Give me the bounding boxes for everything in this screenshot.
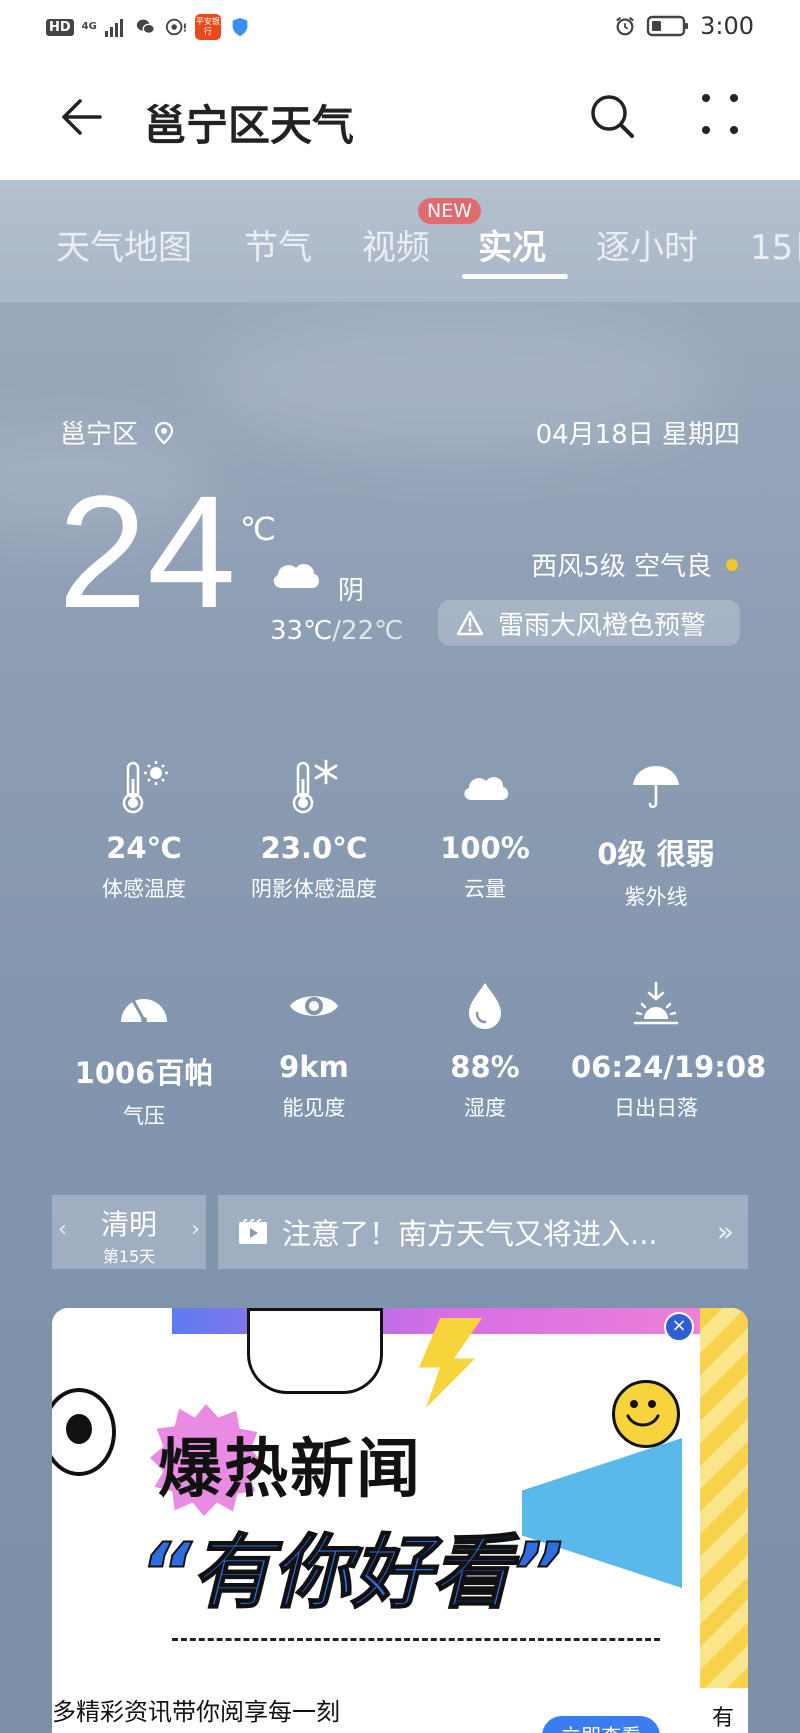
overcast-cloud-icon (273, 564, 320, 588)
uv-value: 0级 很弱 (597, 837, 715, 871)
wind-air-text: 西风5级 空气良 (531, 552, 712, 582)
advertisement-banner[interactable]: 爆热新闻 “有你好看” 多精彩资讯带你阅享每一刻 立即查看 有趣 × (52, 1308, 748, 1733)
location[interactable]: 邕宁区 (60, 414, 174, 451)
tab-hourly[interactable]: 逐小时 (596, 220, 698, 269)
umbrella-icon (571, 757, 741, 817)
cloud-cover-label: 云量 (464, 877, 506, 901)
humidity-value: 88% (450, 1050, 520, 1084)
active-tab-indicator (462, 274, 568, 279)
cloud-cover-value: 100% (440, 831, 530, 865)
pressure-label: 气压 (123, 1104, 165, 1128)
ad-close-icon[interactable]: × (664, 1312, 694, 1342)
pressure-gauge-icon (59, 976, 229, 1036)
search-icon[interactable] (586, 90, 638, 142)
cloud-icon (400, 757, 570, 817)
weather-alert[interactable]: 雷雨大风橙色预警 (438, 600, 740, 646)
ad-view-now-button[interactable]: 立即查看 (542, 1716, 660, 1733)
detail-humidity: 88% 湿度 (400, 976, 570, 1122)
page-title: 邕宁区天气 (144, 101, 355, 150)
thermometer-sun-icon (59, 757, 229, 817)
visibility-value: 9km (279, 1050, 349, 1084)
temperature-range: 33℃/22℃ (270, 616, 403, 646)
detail-visibility: 9km 能见度 (229, 976, 399, 1122)
eye-icon (229, 976, 399, 1036)
location-name: 邕宁区 (60, 420, 139, 450)
status-left: HD 4G ! 平安银行 (46, 14, 251, 40)
current-temperature: 24 (58, 462, 236, 641)
shade-feels-like-label: 阴影体感温度 (251, 877, 377, 901)
clock: 3:00 (700, 12, 754, 40)
network-type: 4G (81, 21, 97, 32)
detail-shade-feels-like: 23.0℃ 阴影体感温度 (229, 757, 399, 903)
ad-side-stripe (700, 1308, 748, 1688)
detail-pressure: 1006百帕 气压 (59, 976, 229, 1130)
ad-side-text: 有趣 (712, 1706, 735, 1731)
bank-app-icon: 平安银行 (194, 14, 221, 40)
app-bar: 邕宁区天气 (0, 56, 800, 180)
video-icon (239, 1219, 267, 1244)
detail-cloud-cover: 100% 云量 (400, 757, 570, 903)
more-menu-icon[interactable] (700, 92, 740, 136)
humidity-label: 湿度 (464, 1096, 506, 1120)
detail-feels-like: 24℃ 体感温度 (59, 757, 229, 903)
tab-video[interactable]: 视频 (362, 220, 430, 269)
wind-air-quality[interactable]: 西风5级 空气良 (531, 546, 738, 583)
solar-term-name: 清明 (100, 1208, 157, 1241)
alert-text: 雷雨大风橙色预警 (498, 610, 707, 641)
detail-uv: 0级 很弱 紫外线 (571, 757, 741, 911)
feels-like-label: 体感温度 (102, 877, 186, 901)
solar-term-card[interactable]: ‹ 清明 第15天 › (52, 1195, 206, 1269)
double-chevron-right-icon: » (716, 1215, 734, 1248)
feels-like-value: 24℃ (106, 831, 182, 865)
tab-bar: 天气地图 节气 视频 NEW 实况 逐小时 15日 (0, 180, 800, 302)
temperature-unit: ℃ (240, 510, 276, 548)
notification-icon: ! (165, 18, 187, 36)
ad-caption: 多精彩资讯带你阅享每一刻 (52, 1698, 340, 1726)
pressure-value: 1006百帕 (74, 1056, 214, 1090)
smiley-face-icon (612, 1380, 680, 1448)
water-drop-icon (400, 976, 570, 1036)
shield-icon (232, 17, 248, 37)
detail-sunrise-sunset: 06:24/19:08 日出日落 (571, 976, 767, 1122)
solar-term-day: 第15天 (102, 1247, 156, 1266)
chevron-left-icon[interactable]: ‹ (58, 1217, 67, 1242)
tab-15-day[interactable]: 15日 (750, 220, 800, 269)
shade-feels-like-value: 23.0℃ (260, 831, 368, 865)
weather-main: 邕宁区 04月18日 星期四 24 ℃ 阴 33℃/22℃ 西风5级 空气良 雷… (0, 302, 800, 1733)
ad-slogan: “有你好看” (139, 1525, 564, 1620)
visibility-label: 能见度 (282, 1096, 346, 1120)
location-pin-icon (154, 421, 174, 444)
sunrise-sunset-label: 日出日落 (614, 1096, 698, 1120)
alarm-icon (616, 16, 635, 36)
news-headline: 注意了！南方天气又将进入... (282, 1217, 658, 1251)
news-ticker[interactable]: 注意了！南方天气又将进入... » (218, 1195, 748, 1269)
cartoon-eye-illustration (52, 1388, 116, 1476)
air-quality-dot (726, 558, 738, 571)
high-temperature: 33℃ (270, 616, 333, 646)
tab-weather-map[interactable]: 天气地图 (56, 220, 192, 269)
weather-condition: 阴 (338, 576, 365, 606)
battery-icon (646, 15, 689, 37)
ad-headline: 爆热新闻 (158, 1433, 422, 1507)
ad-dashed-divider (172, 1638, 660, 1641)
signal-icon (104, 17, 127, 37)
hd-indicator: HD (46, 18, 74, 36)
thermometer-snow-icon (229, 757, 399, 817)
tab-solar-term[interactable]: 节气 (244, 220, 312, 269)
tab-live[interactable]: 实况 (478, 220, 546, 269)
status-right: 3:00 (614, 12, 754, 40)
svg-text:!: ! (182, 22, 187, 35)
sunset-icon (571, 976, 741, 1036)
ad-hand-illustration (247, 1308, 383, 1394)
chevron-right-icon[interactable]: › (191, 1217, 200, 1242)
uv-label: 紫外线 (624, 885, 688, 909)
status-bar: HD 4G ! 平安银行 3:00 (0, 0, 800, 56)
low-temperature: /22℃ (332, 616, 404, 646)
wechat-icon (136, 19, 155, 35)
warning-icon (456, 610, 484, 636)
sunrise-sunset-value: 06:24/19:08 (571, 1050, 767, 1084)
date: 04月18日 星期四 (535, 420, 740, 450)
back-arrow-icon[interactable] (56, 92, 106, 142)
new-badge: NEW (418, 198, 482, 224)
